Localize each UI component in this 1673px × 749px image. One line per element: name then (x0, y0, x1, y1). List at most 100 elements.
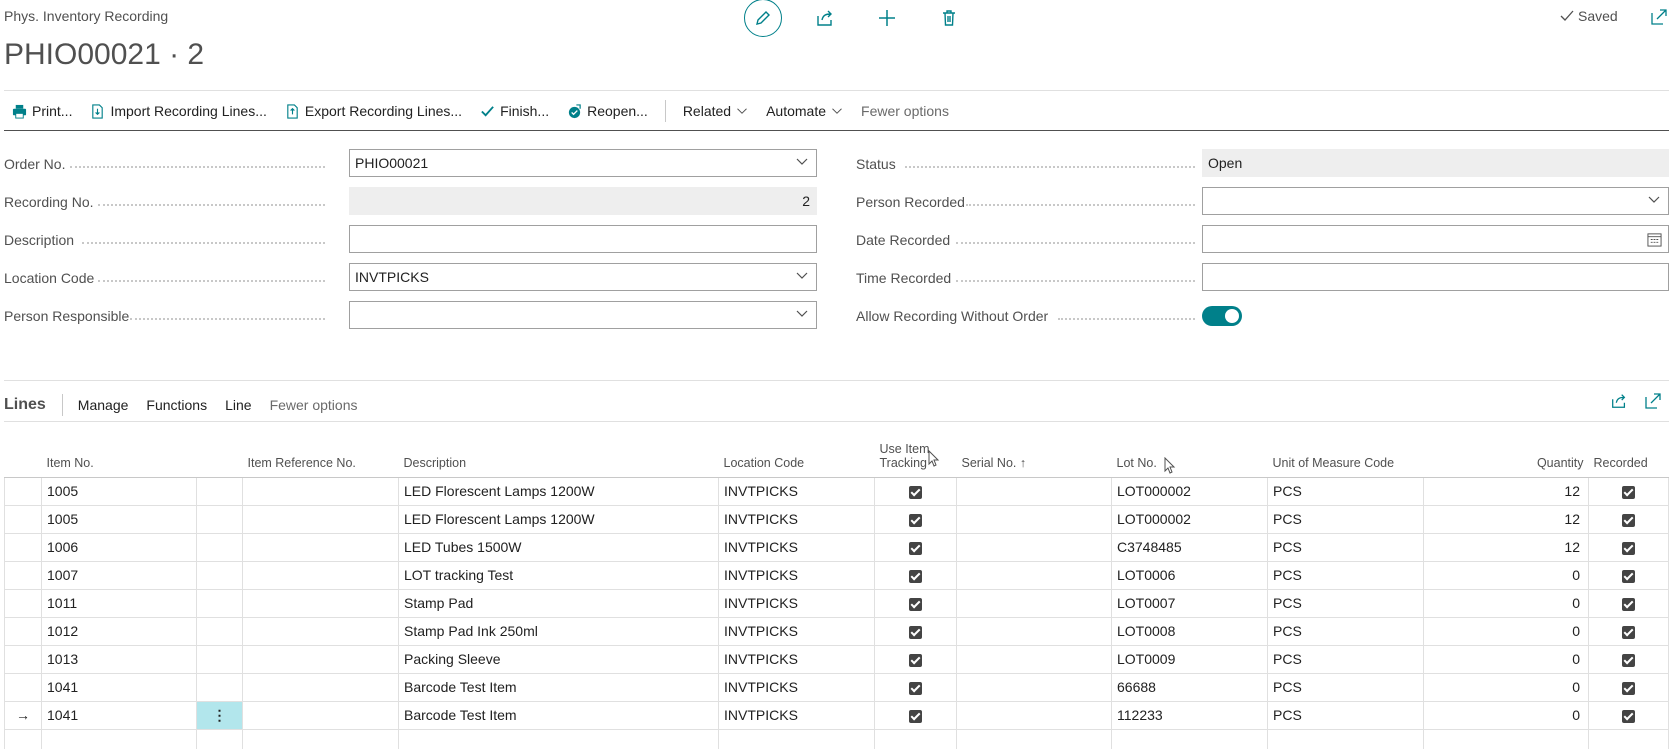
checkbox-checked[interactable] (909, 625, 922, 639)
cell-location-code[interactable]: INVTPICKS (718, 504, 875, 534)
empty-cell[interactable] (1588, 728, 1669, 749)
cell-lot-no[interactable]: C3748485 (1111, 532, 1268, 562)
empty-cell[interactable] (1267, 728, 1424, 749)
checkbox-checked[interactable] (1622, 625, 1635, 639)
empty-cell[interactable] (1423, 728, 1589, 749)
cell-description[interactable]: Stamp Pad Ink 250ml (398, 616, 719, 646)
cell-row-actions[interactable] (196, 476, 243, 506)
share-icon[interactable] (1610, 392, 1628, 410)
expand-icon[interactable] (1644, 392, 1662, 410)
lines-fewer-options-button[interactable]: Fewer options (261, 397, 367, 413)
person-responsible-field[interactable] (349, 301, 817, 329)
cell-lot-no[interactable]: LOT000002 (1111, 504, 1268, 534)
lines-functions-menu[interactable]: Functions (137, 397, 216, 413)
location-code-field[interactable]: INVTPICKS (349, 263, 817, 291)
cell-item-reference-no[interactable] (242, 672, 399, 702)
cell-serial-no[interactable] (956, 532, 1112, 562)
person-recorded-field[interactable] (1202, 187, 1669, 215)
cell-use-item-tracking[interactable] (874, 700, 957, 730)
table-row[interactable]: 1011 Stamp Pad INVTPICKS LOT0007 PCS 0 (4, 588, 1669, 618)
checkbox-checked[interactable] (1622, 569, 1635, 583)
table-row[interactable]: 1012 Stamp Pad Ink 250ml INVTPICKS LOT0008 P… (4, 616, 1669, 646)
cell-description[interactable]: Stamp Pad (398, 588, 719, 618)
empty-cell[interactable] (874, 728, 957, 749)
table-row-empty[interactable] (4, 728, 1669, 749)
description-field[interactable] (349, 225, 817, 253)
cell-use-item-tracking[interactable] (874, 588, 957, 618)
cell-item-reference-no[interactable] (242, 616, 399, 646)
related-menu[interactable]: Related (674, 98, 757, 124)
cell-use-item-tracking[interactable] (874, 616, 957, 646)
chevron-down-icon[interactable] (796, 310, 808, 318)
cell-serial-no[interactable] (956, 616, 1112, 646)
expand-icon[interactable] (1650, 8, 1668, 26)
cell-serial-no[interactable] (956, 672, 1112, 702)
cell-lot-no[interactable]: LOT000002 (1111, 476, 1268, 506)
edit-button[interactable] (744, 0, 782, 37)
cell-recorded[interactable] (1588, 532, 1669, 562)
cell-row-actions[interactable] (196, 644, 243, 674)
delete-button[interactable] (918, 0, 980, 36)
row-indicator[interactable] (4, 644, 42, 674)
checkbox-checked[interactable] (909, 569, 922, 583)
cell-item-no[interactable]: 1005 (41, 504, 197, 534)
col-recorded[interactable]: Recorded (1588, 436, 1669, 478)
col-item-no[interactable]: Item No. (41, 436, 197, 478)
cell-quantity[interactable]: 12 (1423, 504, 1589, 534)
cell-unit-of-measure[interactable]: PCS (1267, 532, 1424, 562)
col-description[interactable]: Description (398, 436, 719, 478)
empty-cell[interactable] (398, 728, 719, 749)
finish-button[interactable]: Finish... (471, 98, 558, 124)
cell-location-code[interactable]: INVTPICKS (718, 476, 875, 506)
col-unit-of-measure-code[interactable]: Unit of Measure Code (1267, 436, 1424, 478)
cell-item-no[interactable]: 1007 (41, 560, 197, 590)
cell-item-no[interactable]: 1012 (41, 616, 197, 646)
row-indicator[interactable]: → (4, 700, 42, 730)
checkbox-checked[interactable] (1622, 709, 1635, 723)
chevron-down-icon[interactable] (796, 158, 808, 166)
cell-description[interactable]: LED Florescent Lamps 1200W (398, 504, 719, 534)
row-indicator[interactable] (4, 560, 42, 590)
cell-item-no[interactable]: 1041 (41, 672, 197, 702)
empty-cell[interactable] (4, 728, 42, 749)
cell-item-reference-no[interactable] (242, 560, 399, 590)
cell-serial-no[interactable] (956, 700, 1112, 730)
cell-unit-of-measure[interactable]: PCS (1267, 700, 1424, 730)
export-recording-lines-button[interactable]: Export Recording Lines... (276, 98, 471, 124)
cell-lot-no[interactable]: 112233 (1111, 700, 1268, 730)
fewer-options-button[interactable]: Fewer options (852, 98, 958, 124)
empty-cell[interactable] (718, 728, 875, 749)
cell-row-actions[interactable] (196, 504, 243, 534)
cell-lot-no[interactable]: LOT0006 (1111, 560, 1268, 590)
checkbox-checked[interactable] (909, 513, 922, 527)
checkbox-checked[interactable] (909, 653, 922, 667)
row-indicator[interactable] (4, 588, 42, 618)
col-item-reference-no[interactable]: Item Reference No. (242, 436, 399, 478)
cell-item-no[interactable]: 1005 (41, 476, 197, 506)
cell-recorded[interactable] (1588, 504, 1669, 534)
cell-unit-of-measure[interactable]: PCS (1267, 672, 1424, 702)
table-row[interactable]: 1005 LED Florescent Lamps 1200W INVTPICKS L… (4, 476, 1669, 506)
cell-recorded[interactable] (1588, 560, 1669, 590)
cell-quantity[interactable]: 0 (1423, 644, 1589, 674)
empty-cell[interactable] (41, 728, 197, 749)
cell-location-code[interactable]: INVTPICKS (718, 616, 875, 646)
cell-recorded[interactable] (1588, 700, 1669, 730)
cell-location-code[interactable]: INVTPICKS (718, 644, 875, 674)
cell-lot-no[interactable]: LOT0009 (1111, 644, 1268, 674)
lines-line-menu[interactable]: Line (216, 397, 260, 413)
cell-item-reference-no[interactable] (242, 532, 399, 562)
row-indicator[interactable] (4, 532, 42, 562)
col-location-code[interactable]: Location Code (718, 436, 875, 478)
cell-recorded[interactable] (1588, 476, 1669, 506)
cell-row-actions[interactable] (196, 588, 243, 618)
lines-manage-menu[interactable]: Manage (69, 397, 138, 413)
checkbox-checked[interactable] (909, 541, 922, 555)
cell-use-item-tracking[interactable] (874, 560, 957, 590)
allow-recording-without-order-toggle[interactable] (1202, 306, 1242, 326)
cell-quantity[interactable]: 0 (1423, 672, 1589, 702)
table-row[interactable]: 1007 LOT tracking Test INVTPICKS LOT0006 PCS… (4, 560, 1669, 590)
cell-quantity[interactable]: 0 (1423, 560, 1589, 590)
cell-use-item-tracking[interactable] (874, 504, 957, 534)
checkbox-checked[interactable] (909, 681, 922, 695)
